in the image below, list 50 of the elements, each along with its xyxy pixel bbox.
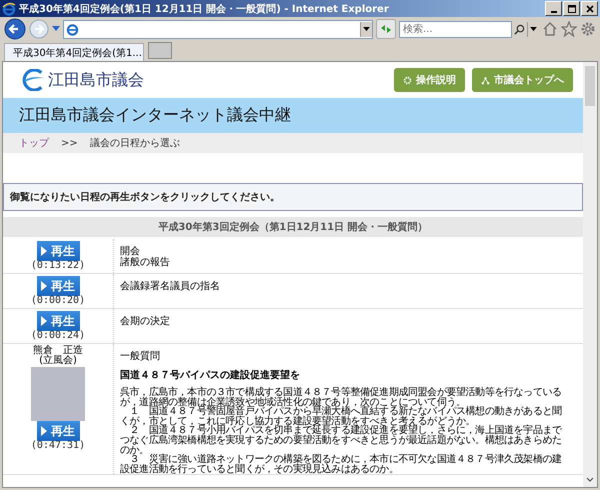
agenda-item-text: 開会 諸般の報告	[120, 245, 171, 268]
tree-icon	[481, 76, 490, 84]
breadcrumb-current: 議会の日程から選ぶ	[90, 136, 180, 150]
table-heading: 平成30年第3回定例会（第1日12月11日 開会・一般質問）	[3, 217, 583, 238]
agenda-item-text: 一般質問	[120, 350, 161, 362]
agenda-item-text: 会議録署名議員の指名	[120, 280, 221, 292]
play-icon	[41, 316, 47, 326]
play-icon	[41, 246, 47, 256]
play-button[interactable]: 再生	[36, 276, 80, 296]
site-logo-text[interactable]: 江田島市議会	[48, 70, 144, 90]
speaker-name: 熊倉 正造	[32, 346, 84, 356]
address-field[interactable]	[63, 20, 373, 38]
minimize-icon[interactable]	[545, 1, 562, 16]
settings-icon[interactable]	[580, 21, 596, 37]
star-icon[interactable]	[561, 21, 577, 37]
council-top-button[interactable]: 市議会トップへ	[472, 68, 573, 92]
scrollbar[interactable]	[583, 62, 597, 487]
browser-logo-icon	[2, 2, 16, 16]
help-button[interactable]: 操作説明	[394, 68, 465, 92]
search-icon[interactable]	[514, 24, 525, 34]
back-icon[interactable]	[4, 18, 26, 40]
browser-logo-icon	[66, 22, 79, 36]
maximize-icon[interactable]	[563, 1, 580, 16]
question-title: 国道４８７号バイパスの建設促進要望を	[120, 368, 301, 382]
close-icon[interactable]	[581, 1, 598, 16]
tab-title: 平成30年第4回定例会(第1...	[13, 46, 142, 60]
scroll-down-icon[interactable]	[586, 477, 594, 483]
page-title: 江田島市議会インターネット議会中継	[19, 105, 291, 126]
agenda-item-text: 会期の決定	[120, 314, 171, 327]
breadcrumb-link[interactable]: トップ	[19, 136, 49, 150]
duration-text: (0:13:22)	[30, 261, 86, 271]
gear-icon	[403, 76, 412, 84]
browser-tab[interactable]: 平成30年第4回定例会(第1...	[4, 43, 144, 61]
window-title: 平成30年第4回定例会(第1日 12月11日 開会・一般質問) - Internet Explorer	[19, 2, 390, 16]
speaker-faction: (立風会)	[38, 356, 78, 366]
new-tab-button[interactable]	[148, 42, 172, 59]
play-button[interactable]: 再生	[36, 421, 80, 441]
search-field[interactable]: 検索...	[399, 20, 512, 38]
question-text: 呉市，広島市，本市の３市で構成する国道４８７号等整備促進期成同盟会が要望活動等を行なっている が，道路網の整備は企業誘致や地域活性化の鍵であり，次のことについて伺う。 １ 国道４８７号警固屋音戸バイパスから早瀬大橋へ直結する新たなバイパス構想の動きがあると聞 くが，市として，これに呼応し協力する建設要望活動をすべきと考えるがどうか。 ２ 国道４８７号小用バイパスを切串まで延長する建設促進を要望し，さらに，海上国道を宇品まで つなぐ広島湾架橋構想を実現するための要望活動をすべきと思うが最近話題がない。構想はあきらめた のか。 ３ 災害に強い道路ネットワークの構築を図るために，本市に不可欠な国道４８７号津久茂架橋の建 設促進活動を行っていると聞くが，その実現見込みはあるのか。	[120, 388, 563, 474]
play-icon	[41, 426, 47, 436]
play-button[interactable]: 再生	[36, 311, 80, 331]
duration-text: (0:00:20)	[30, 296, 86, 306]
notice-text: 御覧になりたい日程の再生ボタンをクリックしてください。	[10, 190, 280, 204]
scrollbar-thumb[interactable]	[585, 66, 595, 106]
play-icon	[41, 281, 47, 291]
photo-placeholder	[31, 367, 85, 421]
duration-text: (0:47:31)	[30, 441, 86, 451]
breadcrumb-separator: >>	[61, 138, 78, 148]
duration-text: (0:00:24)	[30, 331, 86, 341]
play-button[interactable]: 再生	[36, 241, 80, 261]
